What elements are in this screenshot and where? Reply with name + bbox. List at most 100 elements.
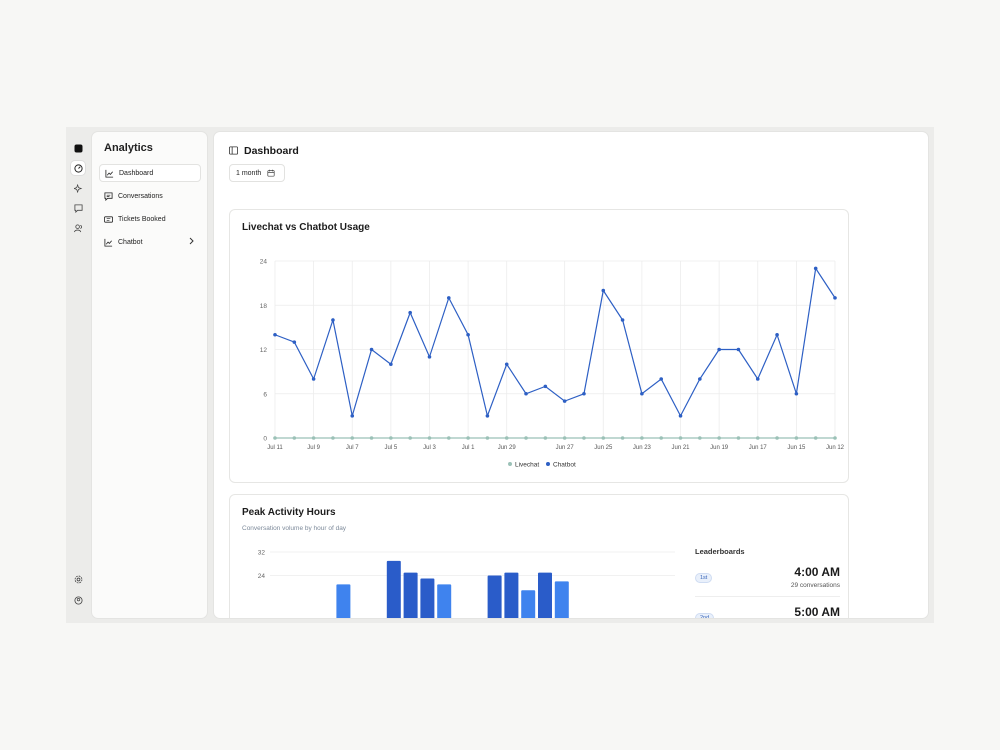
message-icon[interactable] [71,201,85,215]
data-point [620,318,625,322]
data-point [369,347,374,352]
data-point [736,436,741,440]
data-point [698,436,702,440]
app-window: Analytics Dashboard Conversations Ticket… [66,127,934,623]
data-point [582,436,586,440]
data-point [659,436,664,440]
x-tick-label: Jun 17 [749,445,768,451]
x-tick-label: Jun 27 [556,445,575,451]
usage-chart-card: Livechat vs Chatbot Usage 0 6 12 18 24 Jul 11… [229,209,849,483]
app-logo-icon[interactable] [71,141,85,155]
x-tick-label: Jul 5 [385,445,398,451]
legend-label: Chatbot [553,462,576,469]
activity-bar [437,584,452,618]
data-point [427,436,432,440]
legend-marker [508,462,512,466]
data-point [524,436,528,440]
data-point [350,436,355,440]
main-content: Dashboard 1 month Livechat vs Chatbot Us… [213,131,929,619]
y-tick-label: 24 [260,259,268,266]
data-point [582,391,586,396]
y-tick-label: 18 [260,303,268,310]
data-point [466,332,470,337]
x-tick-label: Jul 3 [423,445,436,451]
sidebar: Analytics Dashboard Conversations Ticket… [91,131,208,619]
data-point [562,436,567,440]
leaderboard-row: 1st 4:00 AM 29 conversations [695,561,840,597]
sidebar-item-label: Conversations [118,192,163,200]
activity-card: Peak Activity Hours Conversation volume … [229,494,849,618]
data-point [331,436,335,440]
data-point [543,436,548,440]
calendar-icon [267,169,275,177]
usage-line-chart: 0 6 12 18 24 Jul 11 Jul 9 Jul 7 Jul 5 Jul 3 Jul 1 J… [260,259,845,469]
x-tick-label: Jun 15 [787,445,806,451]
activity-bar [504,572,519,618]
x-tick-label: Jun 19 [710,445,729,451]
y-tick-label: 32 [258,550,266,557]
activity-bar [521,590,536,618]
icon-rail [66,127,90,623]
data-point [678,414,683,418]
sparkles-icon[interactable] [71,181,85,195]
sidebar-item-dashboard[interactable]: Dashboard [99,164,201,182]
y-tick-label: 0 [263,436,267,443]
x-tick-label: Jul 7 [346,445,359,451]
users-icon[interactable] [71,221,85,235]
data-point [775,436,779,440]
sidebar-toggle-icon[interactable] [229,142,238,160]
analytics-icon[interactable] [71,161,85,175]
line-chart-icon [104,238,113,247]
x-tick-label: Jun 29 [498,445,517,451]
data-point [466,436,470,440]
data-point [794,391,799,396]
settings-icon[interactable] [71,572,85,586]
y-tick-label: 24 [258,573,266,580]
x-tick-label: Jun 25 [594,445,613,451]
leaderboard-row: 2nd 5:00 AM [695,601,840,618]
date-range-picker[interactable]: 1 month [229,164,285,182]
sidebar-item-tickets-booked[interactable]: Tickets Booked [99,210,201,228]
data-point [446,436,451,440]
sidebar-item-chatbot[interactable]: Chatbot [99,233,201,251]
x-tick-label: Jun 23 [633,445,652,451]
leaderboard: Leaderboards 1st 4:00 AM 29 conversation… [695,547,840,618]
data-point [389,362,393,367]
data-point [833,436,837,440]
activity-bar [336,584,351,618]
data-point [273,332,277,337]
data-point [833,296,837,300]
data-point [640,436,644,440]
account-icon[interactable] [71,593,85,607]
sidebar-item-conversations[interactable]: Conversations [99,187,201,205]
page-header: Dashboard [229,142,299,160]
data-point [389,436,393,440]
rank-badge: 2nd [695,613,715,618]
rank-badge: 1st [695,573,713,583]
data-point [813,436,818,440]
legend-label: Livechat [515,462,539,469]
activity-bar [554,581,569,618]
data-point [427,355,432,359]
activity-bar [386,560,401,618]
data-point [504,436,509,440]
x-tick-label: Jul 11 [267,445,283,451]
data-point [678,436,683,440]
data-point [813,266,818,271]
chevron-right-icon [188,237,195,247]
data-point [273,436,277,440]
chat-icon [104,191,113,201]
activity-bar [487,575,502,618]
data-point [292,436,297,440]
data-point [755,377,760,381]
x-tick-label: Jul 1 [462,445,475,451]
data-point [524,391,528,396]
leaderboard-title: Leaderboards [695,547,745,556]
data-point [755,436,760,440]
leaderboard-count: 29 conversations [790,582,840,589]
leaderboard-time: 4:00 AM [794,565,840,579]
y-tick-label: 6 [263,391,267,398]
x-tick-label: Jun 12 [826,445,845,451]
sidebar-title: Analytics [104,142,153,154]
activity-bar [538,572,552,618]
